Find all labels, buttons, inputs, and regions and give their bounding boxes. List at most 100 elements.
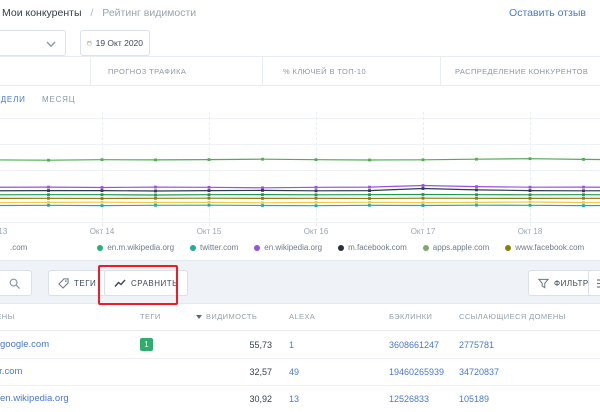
chart-point	[529, 204, 532, 207]
chart-point	[47, 197, 50, 200]
chart-point	[47, 204, 50, 207]
breadcrumb-my-competitors[interactable]: Мои конкуренты	[2, 7, 82, 19]
legend-color-dot	[190, 245, 196, 251]
chart-point	[261, 186, 264, 189]
ref-domains-link[interactable]: 34720837	[459, 358, 499, 385]
calendar-icon	[87, 37, 92, 49]
column-header-alexa[interactable]: ALEXA	[289, 312, 315, 321]
domain-link[interactable]: en.wikipedia.org	[0, 385, 69, 412]
legend-item[interactable]: apps.apple.com	[423, 243, 489, 252]
legend-label: en.m.wikipedia.org	[107, 243, 174, 252]
legend-label: twitter.com	[200, 243, 238, 252]
tab-competitors-distribution[interactable]: РАСПРЕДЕЛЕНИЕ КОНКУРЕНТОВ	[455, 67, 588, 76]
sort-desc-icon	[196, 315, 202, 319]
legend-item[interactable]: m.facebook.com	[338, 243, 407, 252]
chart-point	[208, 193, 211, 196]
chart-point	[475, 204, 478, 207]
column-header-backlinks[interactable]: БЭКЛИНКИ	[389, 312, 432, 321]
chart-point	[582, 158, 585, 161]
legend-color-dot	[505, 245, 511, 251]
chart-point	[154, 197, 157, 200]
chart-series-line	[0, 205, 600, 206]
chart-point	[315, 197, 318, 200]
chart-series-line	[0, 195, 600, 196]
chart-point	[529, 189, 532, 192]
chart-point	[475, 197, 478, 200]
table-row: en.wikipedia.org 30,92 13 12526833 10518…	[0, 385, 600, 412]
legend-label: .com	[10, 243, 27, 252]
search-icon	[9, 278, 21, 290]
chart-series-line	[0, 202, 600, 203]
search-input[interactable]	[0, 270, 32, 296]
project-select-dropdown[interactable]	[0, 30, 66, 56]
toggle-weeks[interactable]: НЕДЕЛИ	[0, 95, 26, 104]
tags-button[interactable]: ТЕГИ	[48, 270, 106, 296]
legend-item[interactable]: en.wikipedia.org	[254, 243, 322, 252]
chart-point	[154, 190, 157, 193]
ref-domains-link[interactable]: 105189	[459, 385, 489, 412]
column-header-tags[interactable]: ТЕГИ	[140, 312, 161, 321]
chart-point	[261, 204, 264, 207]
backlinks-link[interactable]: 3608661247	[389, 331, 439, 358]
chart-point	[101, 201, 104, 204]
domain-link[interactable]: google.com	[0, 331, 49, 358]
chart-point	[315, 204, 318, 207]
legend-item[interactable]: .com	[0, 243, 27, 252]
legend-item[interactable]: www.facebook.com	[505, 243, 584, 252]
chart-point	[475, 193, 478, 196]
chart-point	[101, 193, 104, 196]
alexa-rank-link[interactable]: 1	[289, 331, 294, 358]
divider	[262, 57, 263, 85]
domain-link[interactable]: twitter.com	[0, 358, 22, 385]
table-settings-button[interactable]	[588, 270, 600, 296]
metric-tabs-bar: ПРОГНОЗ ТРАФИКА % КЛЮЧЕЙ В ТОП-10 РАСПРЕ…	[0, 57, 600, 86]
chart-point	[582, 204, 585, 207]
alexa-rank-link[interactable]: 49	[289, 358, 299, 385]
toggle-month[interactable]: МЕСЯЦ	[42, 95, 75, 104]
filter-funnel-icon	[538, 278, 549, 289]
compare-chart-icon	[114, 279, 126, 288]
chart-point	[422, 197, 425, 200]
chart-point	[475, 201, 478, 204]
column-header-visibility[interactable]: ВИДИМОСТЬ	[196, 312, 257, 321]
breadcrumb-visibility-rating: Рейтинг видимости	[102, 7, 196, 19]
alexa-rank-link[interactable]: 13	[289, 385, 299, 412]
tags-cell: 1	[140, 331, 153, 358]
tab-traffic-forecast[interactable]: ПРОГНОЗ ТРАФИКА	[108, 67, 186, 76]
compare-button[interactable]: СРАВНИТЬ	[104, 270, 188, 296]
chart-point	[208, 204, 211, 207]
chart-point	[101, 204, 104, 207]
tag-badge[interactable]: 1	[140, 338, 153, 351]
chevron-down-icon	[46, 41, 56, 48]
date-picker-button[interactable]: 19 Окт 2020	[80, 30, 150, 56]
legend-label: m.facebook.com	[348, 243, 407, 252]
chart-point	[315, 189, 318, 192]
tab-keys-in-top10[interactable]: % КЛЮЧЕЙ В ТОП-10	[283, 67, 366, 76]
chart-point	[47, 186, 50, 189]
chart-point	[101, 158, 104, 161]
chart-point	[422, 184, 425, 187]
chart-point	[475, 158, 478, 161]
chart-point	[101, 186, 104, 189]
leave-feedback-link[interactable]: Оставить отзыв	[509, 7, 586, 19]
backlinks-link[interactable]: 19460265939	[389, 358, 444, 385]
legend-item[interactable]: en.m.wikipedia.org	[97, 243, 174, 252]
chart-point	[529, 201, 532, 204]
legend-color-dot	[423, 245, 429, 251]
chart-point	[208, 189, 211, 192]
chart-point	[529, 157, 532, 160]
column-header-domains[interactable]: ДОМЕНЫ	[0, 312, 15, 321]
x-axis-label: Окт 14	[80, 227, 124, 236]
backlinks-link[interactable]: 12526833	[389, 385, 429, 412]
ref-domains-link[interactable]: 2775781	[459, 331, 494, 358]
x-axis-label: Окт 18	[508, 227, 552, 236]
table-row: twitter.com 32,57 49 19460265939 3472083…	[0, 358, 600, 386]
tags-button-label: ТЕГИ	[74, 279, 96, 288]
chart-point	[315, 158, 318, 161]
chart-point	[582, 201, 585, 204]
chart-point	[422, 158, 425, 161]
legend-item[interactable]: twitter.com	[190, 243, 238, 252]
date-picker-value: 19 Окт 2020	[96, 38, 143, 48]
breadcrumb-separator: /	[90, 7, 93, 19]
column-header-ref-domains[interactable]: ССЫЛАЮЩИЕСЯ ДОМЕНЫ	[459, 312, 566, 321]
